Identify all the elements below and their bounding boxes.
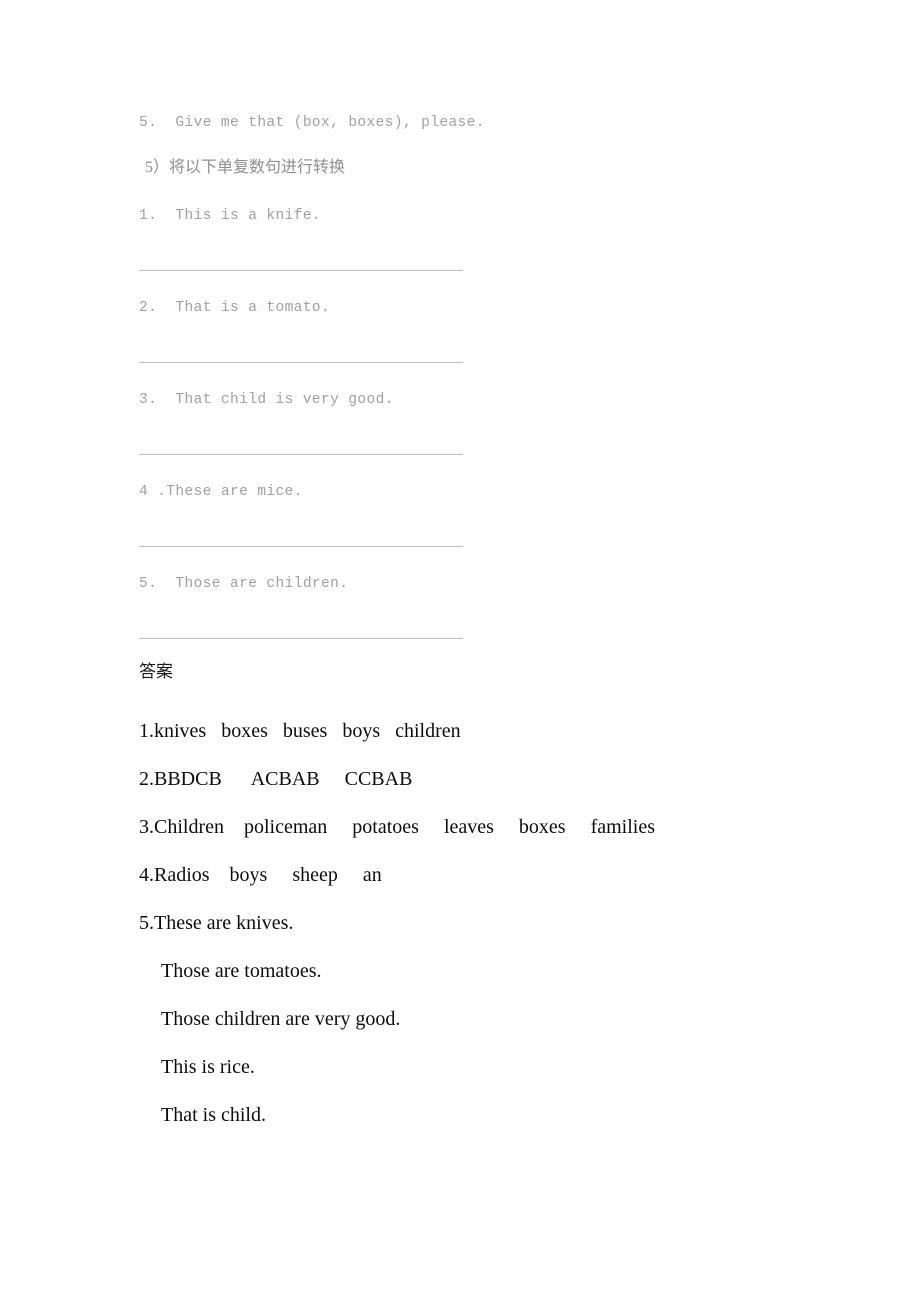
answer-line-5b: Those are tomatoes.: [161, 960, 322, 982]
exercise-question-2: 2. That is a tomato.: [139, 297, 839, 389]
answer-line-5d: This is rice.: [161, 1056, 255, 1078]
exercise-section: 5. Give me that (box, boxes), please. 5）…: [139, 112, 839, 665]
question-text: 3. That child is very good.: [139, 392, 394, 408]
answer-line-5: 5.These are knives.: [139, 912, 294, 934]
answer-line-5e: That is child.: [161, 1104, 266, 1126]
exercise-question-1: 1. This is a knife.: [139, 205, 839, 297]
carryover-question: 5. Give me that (box, boxes), please.: [139, 115, 485, 131]
exercise-question-3: 3. That child is very good.: [139, 389, 839, 481]
document-page: 5. Give me that (box, boxes), please. 5）…: [0, 0, 920, 1302]
exercise-section-heading: 5）将以下单复数句进行转换: [145, 159, 346, 176]
answer-line-3: 3.Children policeman potatoes leaves box…: [139, 816, 655, 838]
question-text: 4 .These are mice.: [139, 484, 303, 500]
answer-blank-line[interactable]: [139, 454, 463, 455]
answer-line-5c: Those children are very good.: [161, 1008, 401, 1030]
answer-line-1: 1.knives boxes buses boys children: [139, 720, 461, 742]
question-text: 2. That is a tomato.: [139, 300, 331, 316]
answer-line-2: 2.BBDCB ACBAB CCBAB: [139, 768, 413, 790]
exercise-question-5: 5. Those are children.: [139, 573, 839, 665]
answer-line-4: 4.Radios boys sheep an: [139, 864, 382, 886]
answer-blank-line[interactable]: [139, 270, 463, 271]
answer-blank-line[interactable]: [139, 638, 463, 639]
answer-key-section: 答案 1.knives boxes buses boys children 2.…: [139, 660, 879, 1150]
answer-blank-line[interactable]: [139, 362, 463, 363]
question-text: 1. This is a knife.: [139, 208, 322, 224]
exercise-question-4: 4 .These are mice.: [139, 481, 839, 573]
question-text: 5. Those are children.: [139, 576, 349, 592]
answer-blank-line[interactable]: [139, 546, 463, 547]
answer-key-heading: 答案: [139, 662, 173, 681]
